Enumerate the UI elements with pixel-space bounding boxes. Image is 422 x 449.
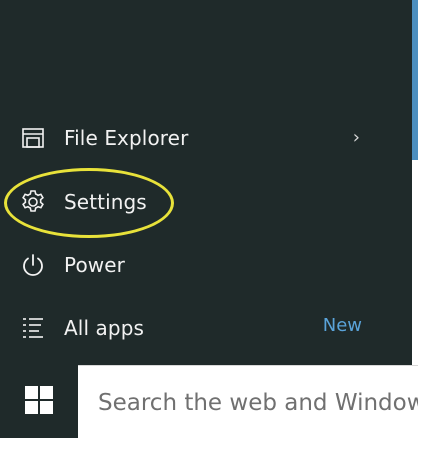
windows-logo-icon <box>24 385 54 419</box>
start-button[interactable] <box>0 365 78 438</box>
search-input[interactable]: Search the web and Windows <box>78 365 418 439</box>
power-icon <box>20 252 46 278</box>
menu-item-label: File Explorer <box>64 126 189 150</box>
menu-item-label: Settings <box>64 190 147 214</box>
menu-item-label: Power <box>64 253 125 277</box>
gear-icon <box>20 189 46 215</box>
menu-item-power[interactable]: Power <box>0 238 412 292</box>
desktop-edge <box>412 0 418 160</box>
all-apps-icon <box>20 315 46 341</box>
new-badge: New <box>322 315 362 336</box>
menu-item-file-explorer[interactable]: File Explorer › <box>0 111 412 165</box>
search-placeholder: Search the web and Windows <box>98 389 418 416</box>
menu-item-settings[interactable]: Settings <box>0 175 412 229</box>
file-explorer-icon <box>20 125 46 151</box>
menu-item-all-apps[interactable]: All apps New <box>0 301 412 355</box>
menu-item-label: All apps <box>64 316 145 340</box>
chevron-right-icon[interactable]: › <box>353 127 360 148</box>
